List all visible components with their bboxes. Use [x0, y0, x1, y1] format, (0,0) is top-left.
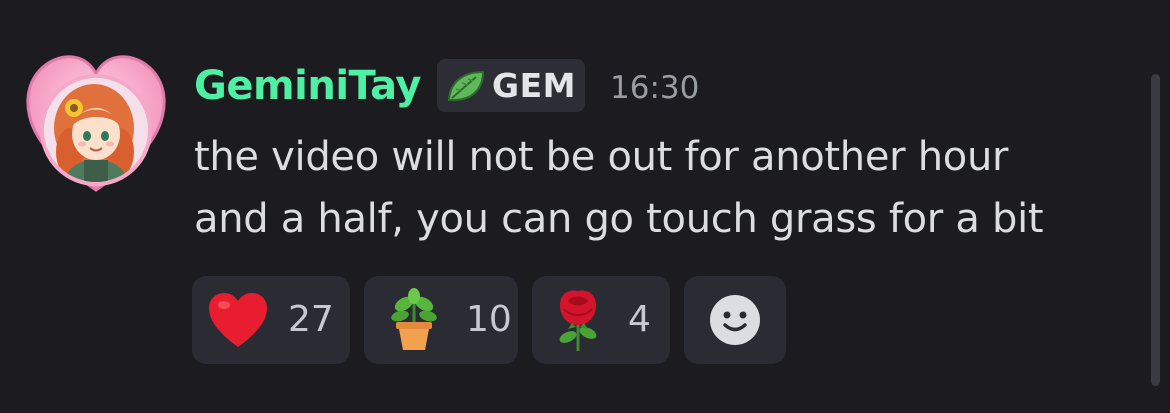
author-avatar[interactable] [22, 48, 170, 196]
author-name[interactable]: GeminiTay [194, 60, 422, 112]
leaf-icon [446, 68, 486, 104]
reaction-rose[interactable]: 4 [532, 276, 670, 364]
server-tag-badge[interactable]: GEM [437, 59, 585, 112]
reaction-count: 4 [628, 299, 651, 340]
reaction-count: 10 [466, 299, 512, 340]
message-line: and a half, you can go touch grass for a… [194, 196, 1044, 242]
chat-message: GeminiTay GEM 16:30 the video will not b… [0, 0, 1170, 413]
message-timestamp[interactable]: 16:30 [610, 66, 699, 110]
reaction-potted-plant[interactable]: 10 [364, 276, 518, 364]
message-line: the video will not be out for another ho… [194, 134, 1009, 180]
add-reaction-button[interactable] [684, 276, 786, 364]
message-content: the video will not be out for another ho… [194, 126, 1134, 250]
smiley-icon [703, 288, 767, 352]
rose-icon [546, 288, 610, 352]
server-tag-label: GEM [492, 66, 576, 105]
reaction-heart[interactable]: 27 [192, 276, 350, 364]
scrollbar[interactable] [1151, 74, 1160, 386]
reaction-count: 27 [288, 299, 334, 340]
heart-icon [206, 288, 270, 352]
potted-plant-icon [382, 288, 446, 352]
